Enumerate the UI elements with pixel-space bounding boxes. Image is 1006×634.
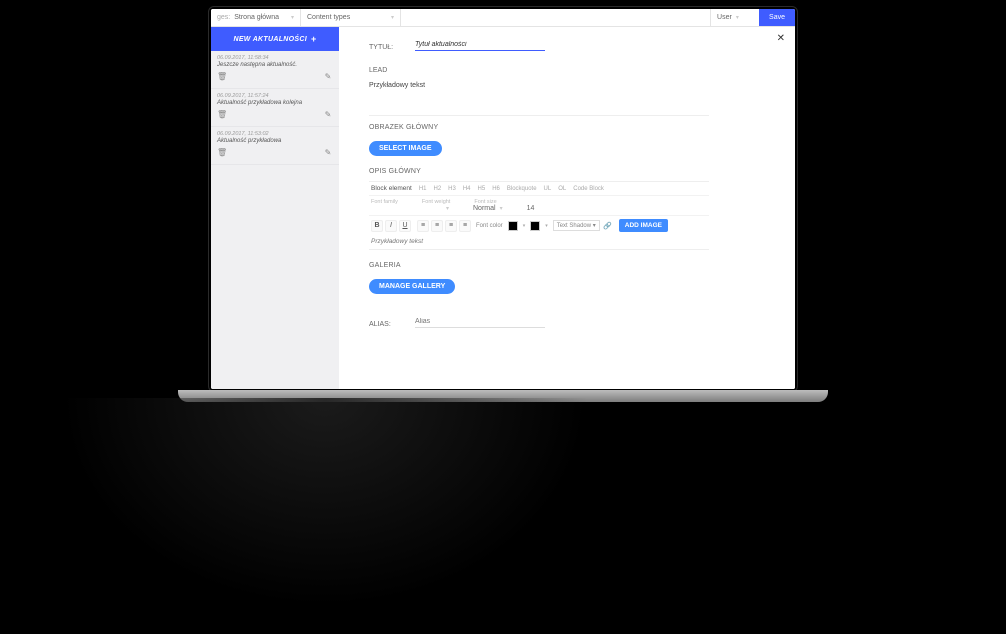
codeblock-btn[interactable]: Code Block [573,186,604,192]
align-left-button[interactable]: ≡ [417,220,429,232]
chevron-down-icon[interactable]: ▾ [545,223,548,229]
link-icon[interactable]: 🔗 [602,220,614,232]
title-input[interactable] [415,41,545,51]
item-timestamp: 06.09.2017, 11:57:24 [217,93,333,99]
item-title: Aktualność przykładowa [217,138,333,144]
breadcrumb-home: Strona główna [234,14,279,21]
heading-h3[interactable]: H3 [448,186,456,192]
lead-label: LEAD [369,67,765,74]
font-color-swatch[interactable] [508,221,518,231]
content-types-dropdown[interactable]: Content types ▾ [301,9,401,26]
item-title: Aktualność przykładowa kolejna [217,100,333,106]
heading-h6[interactable]: H6 [492,186,500,192]
item-timestamp: 06.09.2017, 11:53:02 [217,131,333,137]
chevron-down-icon[interactable]: ▾ [523,223,526,229]
bg-color-swatch[interactable] [530,221,540,231]
trash-icon[interactable]: 🗑 [217,110,227,120]
lead-value[interactable]: Przykładowy tekst [369,82,765,89]
chevron-down-icon: ▾ [291,14,294,21]
list-item[interactable]: 06.09.2017, 11:57:24 Aktualność przykład… [211,89,339,127]
block-element-label[interactable]: Block element [371,185,412,192]
blockquote-btn[interactable]: Blockquote [507,186,537,192]
heading-h5[interactable]: H5 [478,186,486,192]
chevron-down-icon: ▾ [446,205,449,212]
list-item[interactable]: 06.09.2017, 11:58:34 Jeszcze następna ak… [211,51,339,89]
heading-h1[interactable]: H1 [419,186,427,192]
title-label: TYTUŁ: [369,44,415,51]
font-color-label: Font color [476,223,503,229]
font-weight-select[interactable]: Normal ▾ [473,205,503,212]
edit-icon[interactable]: ✎ [323,148,333,158]
close-icon[interactable]: ✕ [777,33,785,44]
item-timestamp: 06.09.2017, 11:58:34 [217,55,333,61]
trash-icon[interactable]: 🗑 [217,72,227,82]
rich-text-editor: Block element H1 H2 H3 H4 H5 H6 Blockquo… [369,181,709,250]
align-center-button[interactable]: ≡ [431,220,443,232]
main-panel: ✕ TYTUŁ: LEAD Przykładowy tekst OBRAZEK … [339,27,795,389]
ol-btn[interactable]: OL [558,186,566,192]
pages-label: ges: [217,14,230,21]
new-item-button[interactable]: NEW AKTUALNOŚCI + [211,27,339,51]
edit-icon[interactable]: ✎ [323,72,333,82]
divider [369,115,709,116]
chevron-down-icon: ▾ [391,14,394,21]
manage-gallery-button[interactable]: MANAGE GALLERY [369,279,455,294]
sidebar: NEW AKTUALNOŚCI + 06.09.2017, 11:58:34 J… [211,27,339,389]
main-desc-label: OPIS GŁÓWNY [369,168,765,175]
trash-icon[interactable]: 🗑 [217,148,227,158]
text-shadow-select[interactable]: Text Shadow ▾ [553,220,600,231]
italic-button[interactable]: I [385,220,397,232]
save-button[interactable]: Save [759,9,795,26]
content-types-label: Content types [307,14,350,21]
user-label: User [717,14,732,21]
font-size-value[interactable]: 14 [527,205,535,212]
heading-h4[interactable]: H4 [463,186,471,192]
select-image-button[interactable]: SELECT IMAGE [369,141,442,156]
item-title: Jeszcze następna aktualność. [217,62,333,68]
underline-button[interactable]: U [399,220,411,232]
align-right-button[interactable]: ≡ [445,220,457,232]
bold-button[interactable]: B [371,220,383,232]
laptop-base [178,390,828,402]
align-justify-button[interactable]: ≡ [459,220,471,232]
alias-label: ALIAS: [369,321,415,328]
list-item[interactable]: 06.09.2017, 11:53:02 Aktualność przykład… [211,127,339,165]
add-image-button[interactable]: ADD IMAGE [619,219,668,232]
alias-input[interactable] [415,318,545,328]
topbar-spacer [401,9,711,26]
user-menu[interactable]: User ▾ [711,9,759,26]
shadow [60,398,590,608]
chevron-down-icon: ▾ [736,14,739,21]
heading-h2[interactable]: H2 [434,186,442,192]
ul-btn[interactable]: UL [544,186,552,192]
chevron-down-icon: ▾ [500,205,503,212]
edit-icon[interactable]: ✎ [323,110,333,120]
font-family-select[interactable]: ▾ [371,205,449,212]
topbar: ges: Strona główna ▾ Content types ▾ Use… [211,9,795,27]
gallery-label: GALERIA [369,262,765,269]
main-image-label: OBRAZEK GŁÓWNY [369,124,765,131]
editor-content[interactable]: Przykładowy tekst [369,235,709,245]
plus-icon: + [311,34,317,44]
breadcrumb-pages[interactable]: ges: Strona główna ▾ [211,9,301,26]
